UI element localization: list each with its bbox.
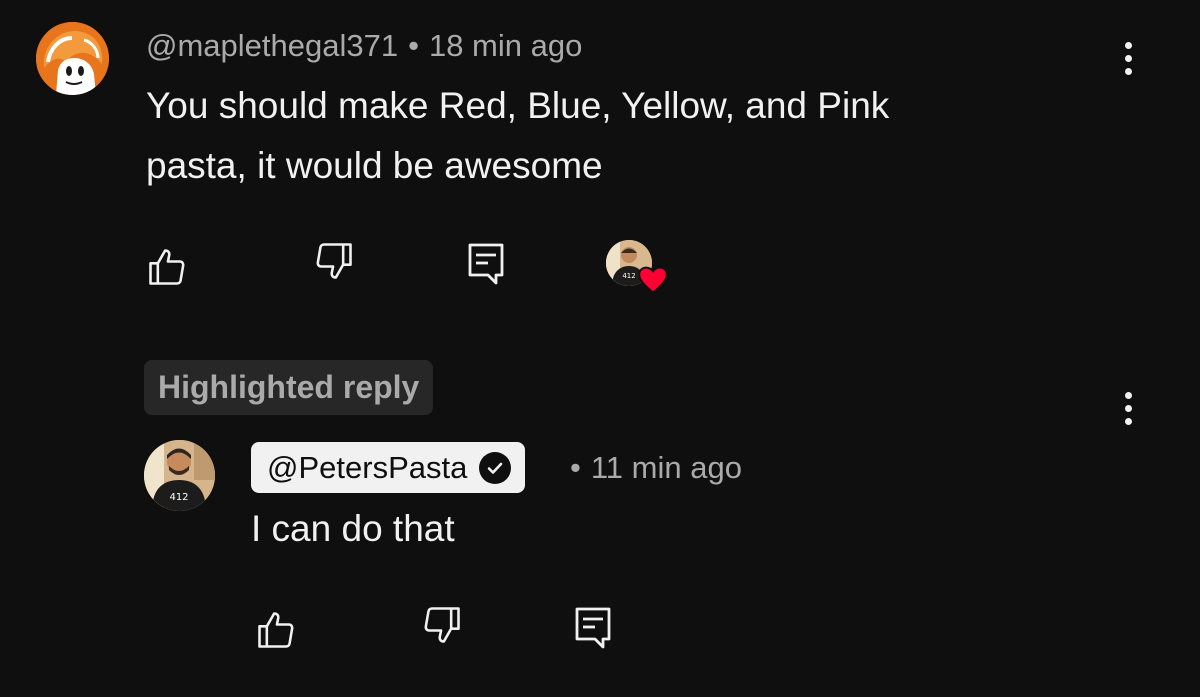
comment-text-line: You should make Red, Blue, Yellow, and P…: [146, 85, 890, 126]
highlighted-reply-badge: Highlighted reply: [144, 360, 434, 415]
reply-text: I can do that: [251, 508, 455, 549]
jersey-number: 412: [622, 272, 635, 280]
reply-reply-button[interactable]: [568, 602, 618, 652]
reply-comment-icon: [468, 243, 504, 285]
comment-text-line: pasta, it would be awesome: [146, 145, 603, 186]
reply-meta: • 11 min ago: [570, 450, 742, 486]
thumbs-up-icon: [149, 249, 185, 285]
reply-avatar[interactable]: 412: [144, 440, 215, 511]
kebab-dot: [1124, 54, 1132, 62]
comment-text: You should make Red, Blue, Yellow, and P…: [146, 76, 889, 196]
reply-dislike-button[interactable]: [417, 600, 467, 650]
reply-author: @PetersPasta: [267, 449, 468, 485]
meta-separator: •: [408, 28, 419, 63]
reply-like-button[interactable]: [251, 605, 301, 655]
kebab-dot: [1124, 404, 1132, 412]
creator-name-pill[interactable]: @PetersPasta: [251, 442, 526, 493]
comment-meta: @maplethegal371 • 18 min ago: [146, 28, 582, 64]
comment-author[interactable]: @maplethegal371: [146, 28, 398, 63]
reply-button[interactable]: [461, 238, 511, 288]
more-vertical-icon: [1124, 391, 1132, 399]
dislike-button[interactable]: [309, 236, 359, 286]
thumbs-down-icon: [316, 243, 352, 279]
verified-check-icon: [479, 451, 512, 484]
like-button[interactable]: [142, 242, 192, 292]
person-photo-icon: 412: [144, 440, 215, 511]
comment-timestamp[interactable]: 18 min ago: [429, 28, 582, 63]
comment-menu-button[interactable]: [1113, 33, 1143, 83]
reply-menu-button[interactable]: [1113, 383, 1143, 433]
comments-view: @maplethegal371 • 18 min ago You should ma…: [0, 0, 1200, 697]
kebab-dot: [1124, 67, 1132, 75]
thumbs-up-icon: [258, 612, 294, 648]
commenter-avatar[interactable]: [36, 22, 109, 95]
creator-heart-badge: 412: [606, 240, 668, 296]
thumbs-down-icon: [424, 607, 460, 643]
kebab-dot: [1124, 417, 1132, 425]
cartoon-avatar-icon: [36, 22, 109, 95]
reply-timestamp[interactable]: 11 min ago: [591, 450, 742, 485]
more-vertical-icon: [1124, 41, 1132, 49]
meta-separator: •: [570, 450, 581, 485]
jersey-number: 412: [169, 492, 188, 503]
checkmark-glyph: [488, 462, 503, 474]
reply-comment-icon: [575, 607, 611, 649]
creator-heart-icon: [638, 266, 668, 294]
